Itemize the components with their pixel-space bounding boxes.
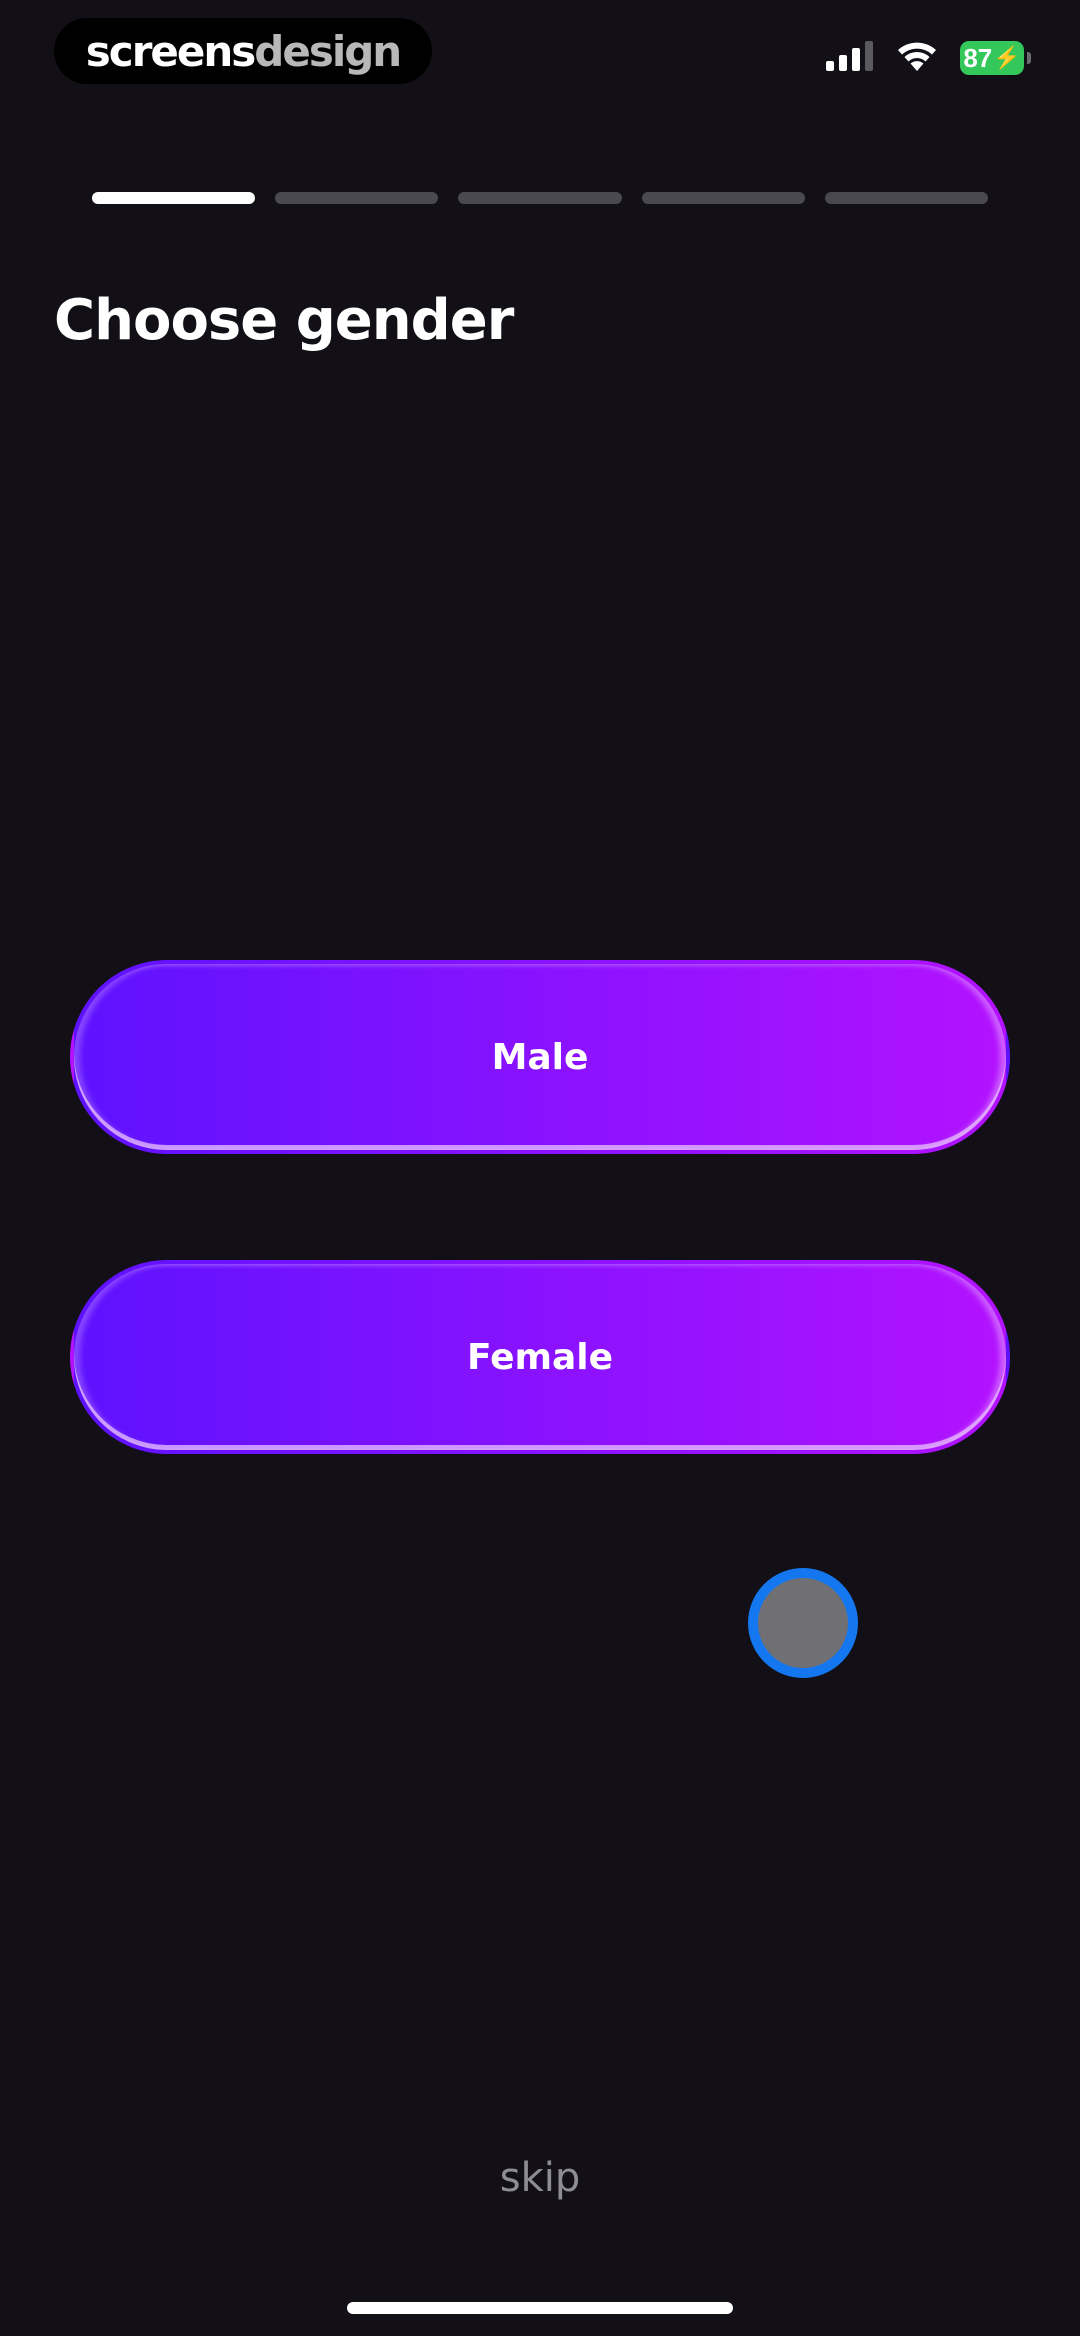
- brand-text-part1: screens: [85, 26, 256, 76]
- brand-text-part2: design: [254, 26, 402, 76]
- battery-level: 87: [963, 42, 993, 73]
- wifi-icon: [896, 40, 938, 77]
- progress-step-3: [458, 192, 622, 204]
- onboarding-progress: [92, 192, 989, 206]
- touch-indicator: [748, 1568, 858, 1678]
- charging-bolt-icon: ⚡: [993, 45, 1021, 70]
- status-icons: 87 ⚡: [826, 38, 1031, 78]
- battery-icon: 87 ⚡: [960, 41, 1031, 75]
- female-button[interactable]: Female: [70, 1260, 1010, 1454]
- progress-step-2: [275, 192, 439, 204]
- male-button-label: Male: [491, 1036, 589, 1078]
- home-indicator[interactable]: [347, 2302, 733, 2314]
- male-button[interactable]: Male: [70, 960, 1010, 1154]
- cellular-signal-icon: [826, 40, 874, 76]
- progress-step-4: [641, 192, 805, 204]
- progress-step-1: [92, 192, 256, 204]
- screensdesign-logo: screens design: [54, 18, 432, 84]
- female-button-label: Female: [466, 1336, 614, 1378]
- page-title: Choose gender: [54, 288, 514, 353]
- progress-step-5: [824, 192, 989, 204]
- skip-button[interactable]: skip: [0, 2155, 1080, 2201]
